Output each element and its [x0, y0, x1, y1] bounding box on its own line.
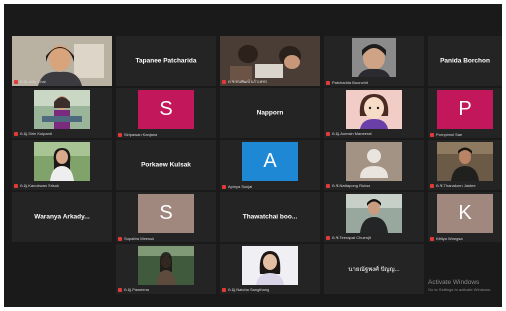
- avatar-initial: S: [138, 90, 194, 129]
- participant-tile-p16[interactable]: Waranya Arkady...: [12, 192, 112, 242]
- participant-caption: ด.ช.Thanakorn Jaidee: [430, 182, 476, 189]
- participant-caption: ด.ญ.Kanokwan Srisuk: [14, 182, 59, 189]
- mic-muted-icon: [430, 236, 434, 241]
- participant-tile-p17[interactable]: S Supattra Meesuk: [116, 192, 216, 242]
- participant-tile-p19[interactable]: ด.ช.Teerapat Chuenjit: [324, 192, 424, 242]
- participant-caption: ด.ญ.Aomsin Maneerat: [326, 130, 372, 137]
- participant-caption: ด.ช.Teerapat Chuenjit: [326, 234, 371, 241]
- participant-tile-p20[interactable]: K Kittiya Wongsa: [428, 192, 502, 242]
- participant-tile-p9[interactable]: ด.ญ.Aomsin Maneerat: [324, 88, 424, 138]
- mic-muted-icon: [222, 287, 226, 292]
- participant-grid: ด.ญ.Jelly Chai Tapanee Patcharida ด.ช.ดน…: [12, 36, 502, 294]
- participant-tile-p21[interactable]: ด.ญ.Paweena: [116, 244, 216, 294]
- participant-tile-p23[interactable]: นายณัฐพงศ์ ปัญญ...: [324, 244, 424, 294]
- participant-video: [242, 246, 298, 285]
- participant-video: [346, 194, 402, 233]
- participant-caption: ด.ญ.Jelly Chai: [14, 78, 46, 85]
- participant-tile-p4[interactable]: Patcharida Boonchit: [324, 36, 424, 86]
- avatar-initial: A: [242, 142, 298, 181]
- participant-tile-p22[interactable]: ด.ญ.Natcha Sangthong: [220, 244, 320, 294]
- participant-video: [138, 246, 194, 285]
- person-video-image: [138, 246, 194, 285]
- person-video-image: [34, 142, 90, 181]
- participant-tile-p8[interactable]: Napporn: [220, 88, 320, 138]
- participant-caption: Patcharida Boonchit: [326, 80, 368, 85]
- person-video-image: [352, 38, 396, 77]
- avatar-initial: P: [437, 90, 493, 129]
- mic-muted-icon: [118, 132, 122, 137]
- mic-muted-icon: [222, 184, 226, 189]
- mic-muted-icon: [118, 287, 122, 292]
- mic-muted-icon: [430, 132, 434, 137]
- participant-tile-p5[interactable]: Panida Borchon: [428, 36, 502, 86]
- participant-tile-p14[interactable]: ด.ช.Nattapong Ruksa: [324, 140, 424, 190]
- participant-tile-p1[interactable]: ด.ญ.Jelly Chai: [12, 36, 112, 86]
- person-silhouette-icon: [346, 142, 402, 181]
- participant-caption: ด.ญ.Natcha Sangthong: [222, 286, 269, 293]
- participant-tile-p11[interactable]: ด.ญ.Kanokwan Srisuk: [12, 140, 112, 190]
- mic-muted-icon: [118, 236, 122, 241]
- person-video-image: [242, 246, 298, 285]
- mic-muted-icon: [326, 235, 330, 240]
- participant-caption: Pornpimol Sae: [430, 132, 462, 137]
- mic-muted-icon: [222, 79, 226, 84]
- avatar-initial: S: [138, 194, 194, 233]
- mic-muted-icon: [14, 183, 18, 188]
- participant-name: Thawatchai boo...: [242, 213, 298, 221]
- participant-caption: Supattra Meesuk: [118, 236, 154, 241]
- participant-tile-p2[interactable]: Tapanee Patcharida: [116, 36, 216, 86]
- participant-caption: ด.ญ.Paweena: [118, 286, 149, 293]
- participant-name: Panida Borchon: [440, 57, 490, 65]
- mic-muted-icon: [14, 131, 18, 136]
- mic-muted-icon: [430, 183, 434, 188]
- participant-video: [34, 90, 90, 129]
- participant-caption: Kittiya Wongsa: [430, 236, 463, 241]
- participant-caption: Siripawan Kanjana: [118, 132, 157, 137]
- default-avatar: [346, 142, 402, 181]
- participant-tile-p13[interactable]: A Apinya Sukjai: [220, 140, 320, 190]
- cartoon-avatar-image: [346, 90, 402, 129]
- participant-video: [437, 142, 493, 181]
- meeting-window: ด.ญ.Jelly Chai Tapanee Patcharida ด.ช.ดน…: [4, 4, 502, 307]
- mic-muted-icon: [326, 80, 330, 85]
- participant-caption: Apinya Sukjai: [222, 184, 252, 189]
- person-video-image: [34, 90, 90, 129]
- participant-tile-p7[interactable]: S Siripawan Kanjana: [116, 88, 216, 138]
- participant-tile-p15[interactable]: ด.ช.Thanakorn Jaidee: [428, 140, 502, 190]
- activate-windows-watermark: Activate Windows Go to Settings to activ…: [428, 279, 492, 292]
- cartoon-avatar: [346, 90, 402, 129]
- participant-tile-p6[interactable]: ด.ญ.Sirin Kulpanit: [12, 88, 112, 138]
- participant-video: [352, 38, 396, 77]
- participant-name: นายณัฐพงศ์ ปัญญ...: [348, 267, 400, 273]
- participant-tile-p10[interactable]: P Pornpimol Sae: [428, 88, 502, 138]
- person-video-image: [437, 142, 493, 181]
- participant-name: Napporn: [256, 109, 284, 117]
- participant-caption: ด.ญ.Sirin Kulpanit: [14, 130, 52, 137]
- participant-name: Tapanee Patcharida: [135, 57, 197, 65]
- person-video-image: [346, 194, 402, 233]
- mic-muted-icon: [14, 79, 18, 84]
- participant-tile-p18[interactable]: Thawatchai boo...: [220, 192, 320, 242]
- avatar-initial: K: [437, 194, 493, 233]
- mic-muted-icon: [326, 183, 330, 188]
- participant-video: [34, 142, 90, 181]
- mic-muted-icon: [326, 131, 330, 136]
- participant-tile-p3[interactable]: ด.ช.ดนพัฒน์ แก้วเพชร: [220, 36, 320, 86]
- participant-caption: ด.ช.Nattapong Ruksa: [326, 182, 370, 189]
- participant-name: Porkaew Kulsak: [141, 161, 191, 169]
- participant-name: Waranya Arkady...: [34, 213, 90, 221]
- participant-tile-p12[interactable]: Porkaew Kulsak: [116, 140, 216, 190]
- participant-caption: ด.ช.ดนพัฒน์ แก้วเพชร: [222, 78, 267, 85]
